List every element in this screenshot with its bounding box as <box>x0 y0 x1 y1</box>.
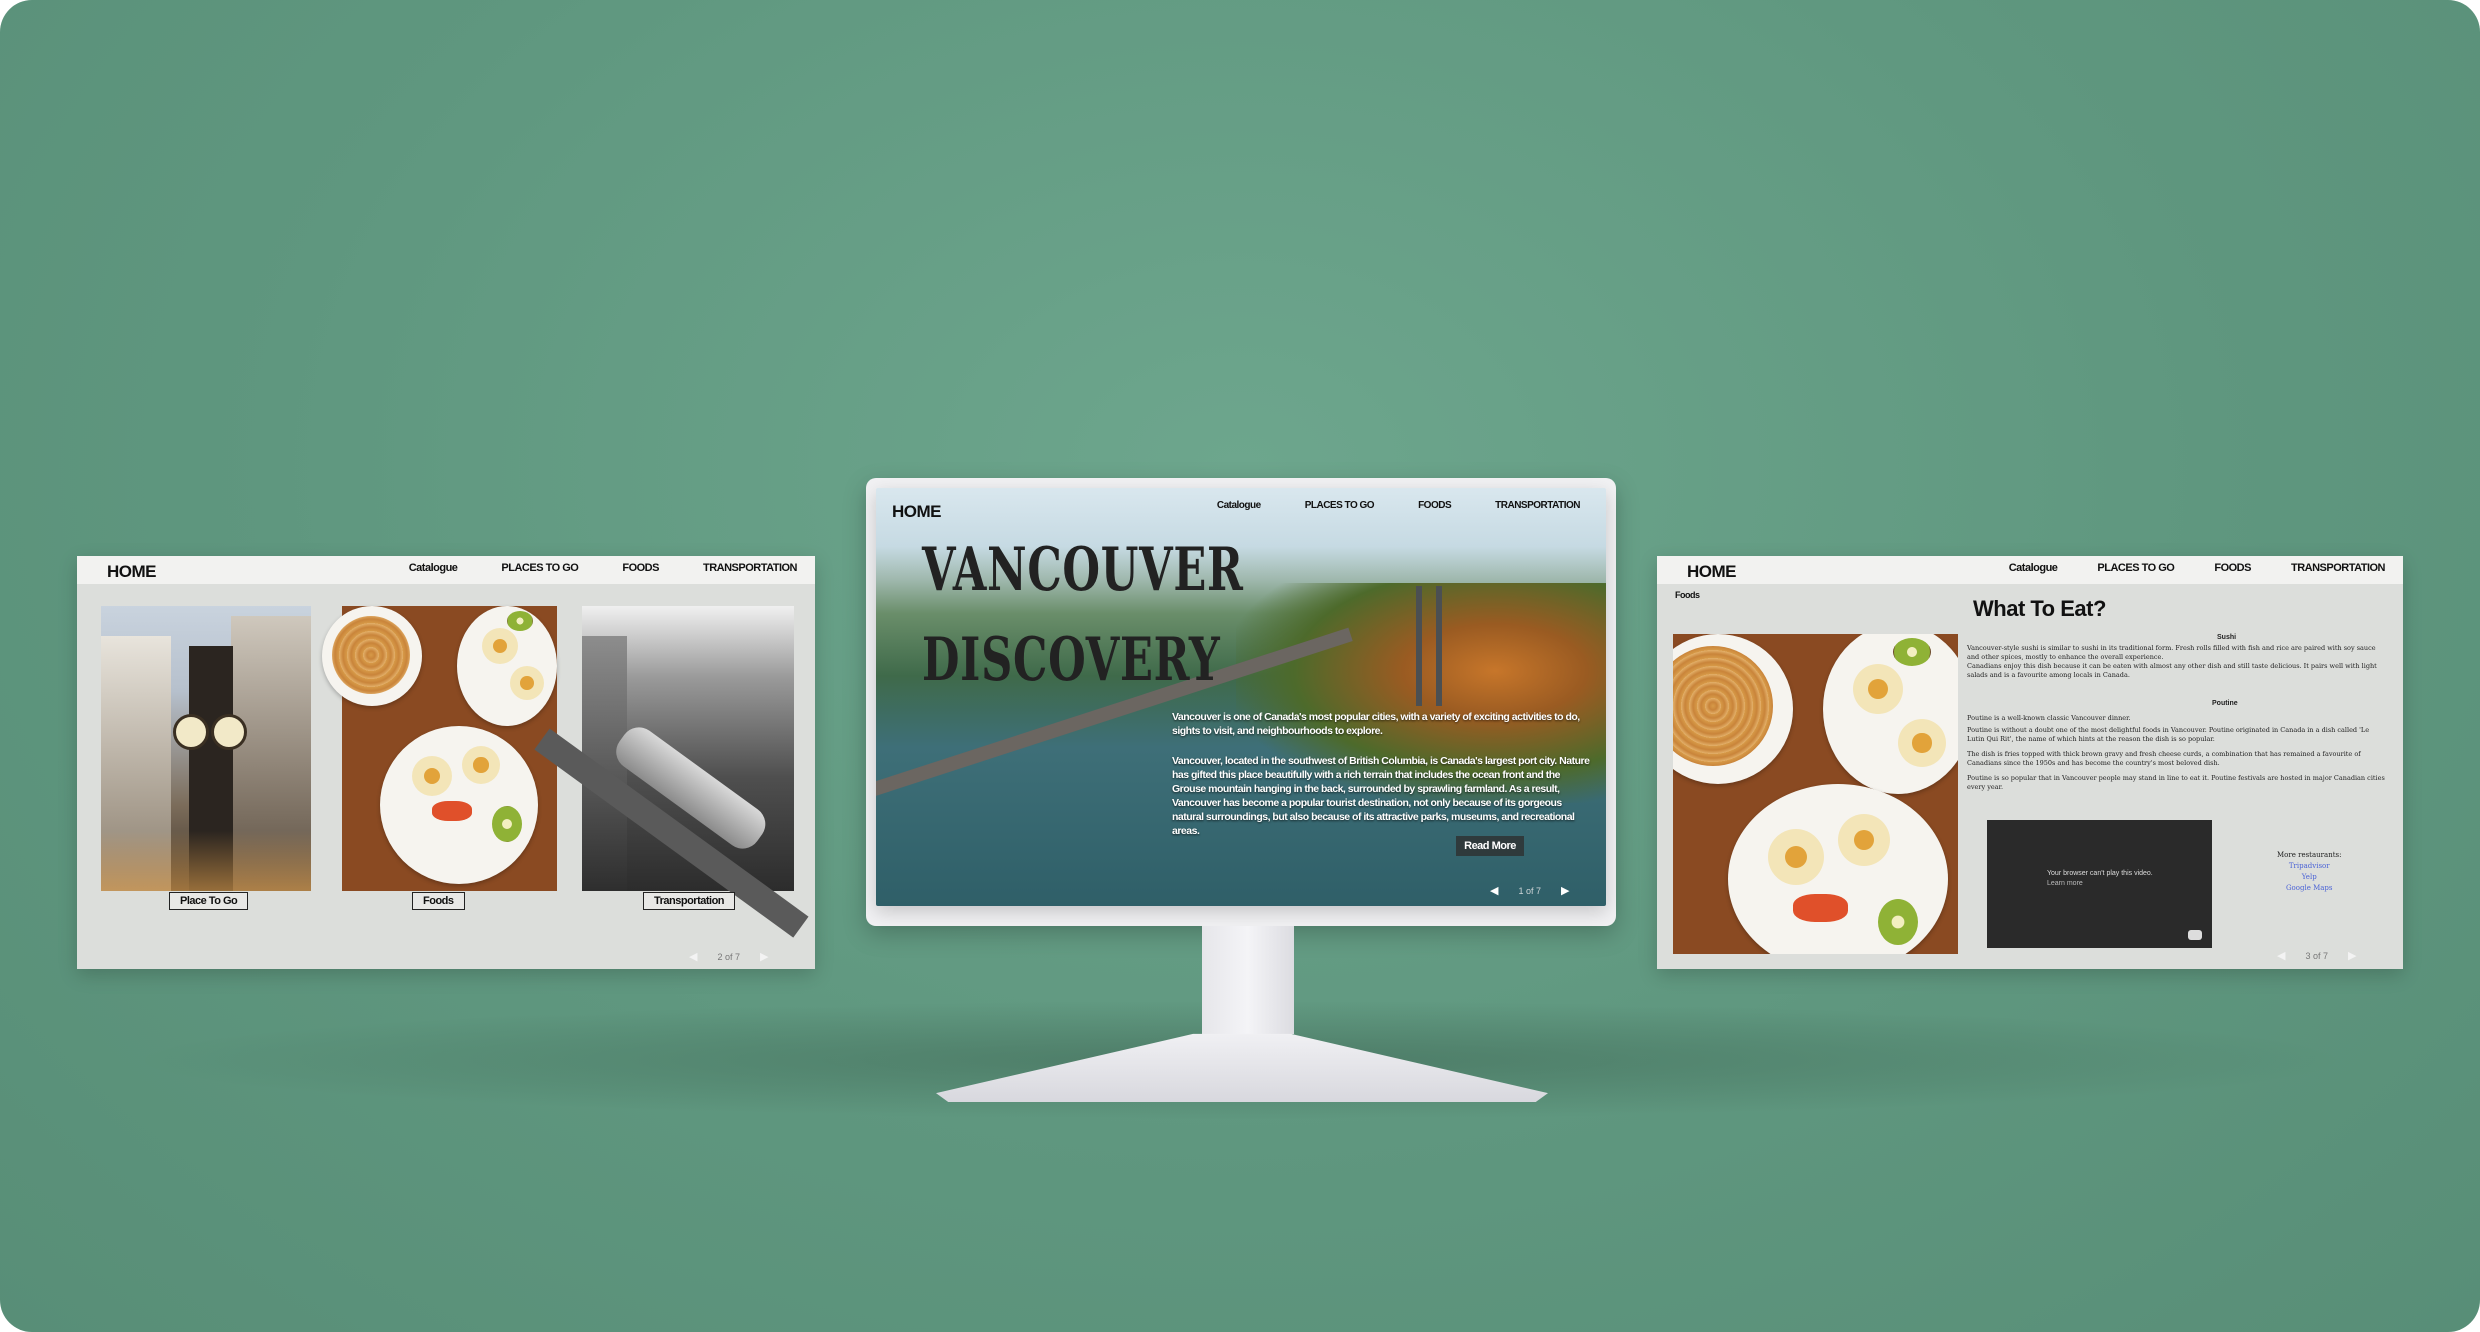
hero-title-line1: VANCOUVER <box>922 535 1244 605</box>
monitor-stand-neck <box>1202 926 1294 1034</box>
sushi-paragraph-2: Canadians enjoy this dish because it can… <box>1967 662 2377 679</box>
next-arrow-icon[interactable]: ▶ <box>2348 949 2356 962</box>
poutine-paragraph-1: Poutine is a well-known classic Vancouve… <box>1967 714 2131 722</box>
left-screen: HOME Catalogue PLACES TO GO FOODS TRANSP… <box>77 556 815 969</box>
link-google-maps[interactable]: Google Maps <box>2277 883 2341 894</box>
caption-place-to-go[interactable]: Place To Go <box>169 892 249 910</box>
right-screen: HOME Catalogue PLACES TO GO FOODS TRANSP… <box>1657 556 2403 969</box>
poutine-heading: Poutine <box>2212 700 2238 707</box>
link-yelp[interactable]: Yelp <box>2277 872 2341 883</box>
food-photo <box>1673 634 1958 954</box>
center-pager: ◀ 1 of 7 ▶ <box>1490 884 1569 897</box>
hero-title-line2: DISCOVERY <box>922 625 1221 695</box>
read-more-button[interactable]: Read More <box>1456 836 1524 856</box>
nav-foods[interactable]: FOODS <box>1418 500 1452 511</box>
description-text: Vancouver, located in the southwest of B… <box>1172 755 1590 837</box>
gastown-clock-photo[interactable] <box>101 606 311 891</box>
breadcrumb-foods[interactable]: Foods <box>1675 590 1700 600</box>
skytrain-photo[interactable] <box>534 606 809 938</box>
page-title: What To Eat? <box>1973 596 2106 621</box>
sushi-paragraph-1: Vancouver-style sushi is similar to sush… <box>1967 644 2376 661</box>
intro-text: Vancouver is one of Canada's most popula… <box>1172 711 1580 737</box>
page-indicator: 1 of 7 <box>1518 885 1541 896</box>
nav-foods[interactable]: FOODS <box>2214 562 2251 574</box>
next-arrow-icon[interactable]: ▶ <box>1561 884 1569 897</box>
home-link[interactable]: HOME <box>107 562 157 582</box>
nav-catalogue[interactable]: Catalogue <box>2009 562 2058 574</box>
prev-arrow-icon[interactable]: ◀ <box>1490 884 1498 897</box>
background-stage: HOME Catalogue PLACES TO GO FOODS TRANSP… <box>0 0 2480 1332</box>
foods-photo[interactable] <box>322 606 557 891</box>
nav-transportation[interactable]: TRANSPORTATION <box>703 562 798 574</box>
poutine-paragraph-3: The dish is fries topped with thick brow… <box>1967 750 2361 767</box>
nav-catalogue[interactable]: Catalogue <box>409 562 458 574</box>
video-player[interactable]: Your browser can't play this video. Lear… <box>1987 820 2212 948</box>
caption-foods[interactable]: Foods <box>412 892 465 910</box>
home-link[interactable]: HOME <box>892 502 942 522</box>
center-nav-bar: HOME Catalogue PLACES TO GO FOODS TRANSP… <box>876 488 1606 521</box>
next-arrow-icon[interactable]: ▶ <box>760 950 768 963</box>
poutine-paragraph-2: Poutine is without a doubt one of the mo… <box>1967 726 2370 743</box>
left-nav-bar: HOME Catalogue PLACES TO GO FOODS TRANSP… <box>77 556 815 584</box>
prev-arrow-icon[interactable]: ◀ <box>689 950 697 963</box>
prev-arrow-icon[interactable]: ◀ <box>2277 949 2285 962</box>
left-pager: ◀ 2 of 7 ▶ <box>689 950 768 963</box>
more-restaurants-title: More restaurants: <box>2277 851 2342 859</box>
page-indicator: 2 of 7 <box>717 951 740 962</box>
nav-catalogue[interactable]: Catalogue <box>1217 500 1261 511</box>
nav-transportation[interactable]: TRANSPORTATION <box>1495 500 1580 511</box>
nav-places-to-go[interactable]: PLACES TO GO <box>501 562 578 574</box>
nav-places-to-go[interactable]: PLACES TO GO <box>1305 500 1375 511</box>
youtube-icon[interactable] <box>2188 930 2202 940</box>
more-restaurants: More restaurants: Tripadvisor Yelp Googl… <box>2277 850 2341 894</box>
nav-transportation[interactable]: TRANSPORTATION <box>2291 562 2386 574</box>
video-error-message: Your browser can't play this video. <box>2047 870 2153 877</box>
sushi-heading: Sushi <box>2217 634 2237 641</box>
page-indicator: 3 of 7 <box>2305 950 2328 961</box>
video-learn-more-link[interactable]: Learn more <box>2047 880 2083 887</box>
nav-foods[interactable]: FOODS <box>622 562 659 574</box>
center-screen: HOME Catalogue PLACES TO GO FOODS TRANSP… <box>876 488 1606 906</box>
monitor-frame: HOME Catalogue PLACES TO GO FOODS TRANSP… <box>866 478 1616 926</box>
right-pager: ◀ 3 of 7 ▶ <box>2277 949 2356 962</box>
right-nav-bar: HOME Catalogue PLACES TO GO FOODS TRANSP… <box>1657 556 2403 584</box>
nav-places-to-go[interactable]: PLACES TO GO <box>2097 562 2174 574</box>
caption-transportation[interactable]: Transportation <box>643 892 736 910</box>
home-link[interactable]: HOME <box>1687 562 1737 582</box>
link-tripadvisor[interactable]: Tripadvisor <box>2277 861 2341 872</box>
poutine-paragraph-4: Poutine is so popular that in Vancouver … <box>1967 774 2385 791</box>
